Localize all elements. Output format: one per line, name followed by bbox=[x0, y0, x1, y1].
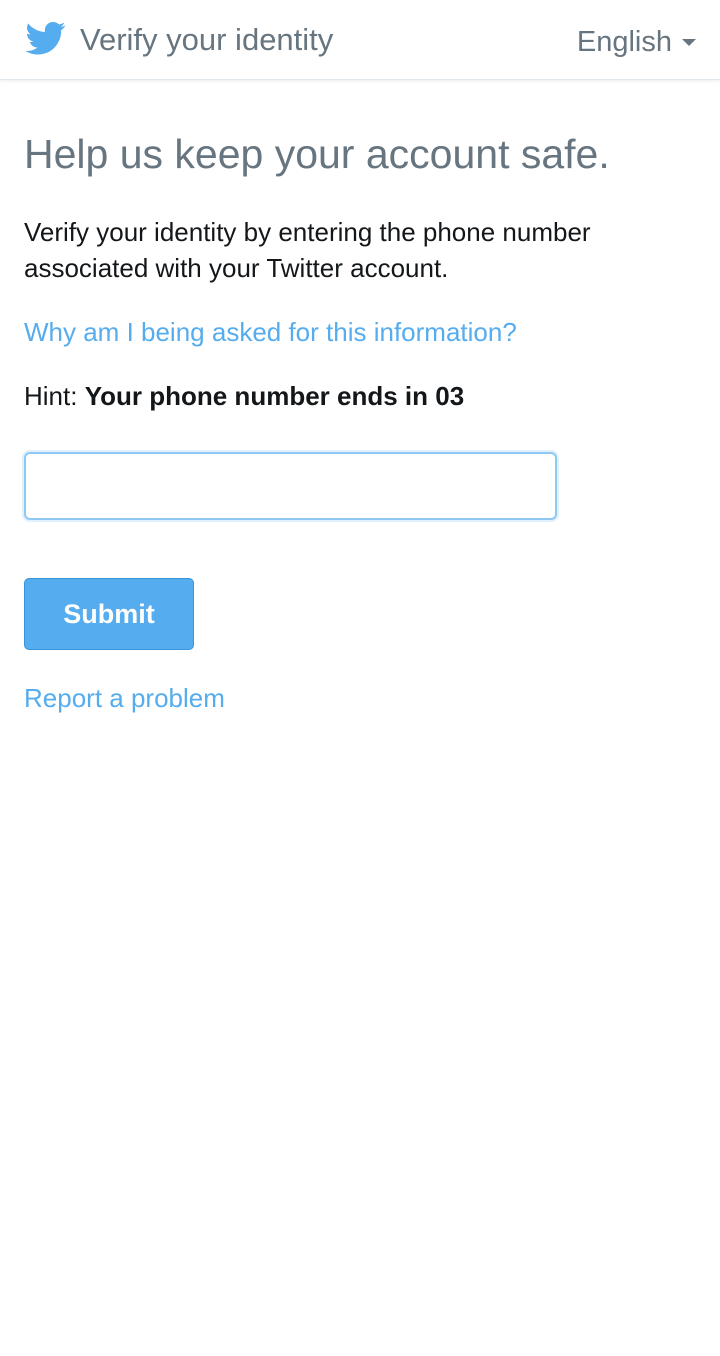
submit-button[interactable]: Submit bbox=[24, 578, 194, 650]
hint-value: Your phone number ends in 03 bbox=[84, 381, 465, 411]
language-label: English bbox=[576, 25, 672, 58]
why-asked-link[interactable]: Why am I being asked for this informatio… bbox=[24, 314, 517, 350]
main-content: Help us keep your account safe. Verify y… bbox=[24, 80, 696, 716]
hint: Hint: Your phone number ends in 03 bbox=[24, 378, 696, 414]
hint-label: Hint: bbox=[24, 381, 78, 411]
twitter-bird-icon bbox=[25, 22, 66, 55]
headline: Help us keep your account safe. bbox=[24, 131, 610, 177]
intro-text: Verify your identity by entering the pho… bbox=[24, 217, 591, 283]
report-problem-link[interactable]: Report a problem bbox=[24, 680, 225, 716]
chevron-down-icon bbox=[682, 38, 696, 46]
phone-number-input[interactable] bbox=[24, 452, 557, 520]
language-selector[interactable]: English bbox=[577, 22, 696, 62]
top-bar: Verify your identity English bbox=[0, 0, 720, 80]
page-title: Verify your identity bbox=[80, 22, 334, 57]
